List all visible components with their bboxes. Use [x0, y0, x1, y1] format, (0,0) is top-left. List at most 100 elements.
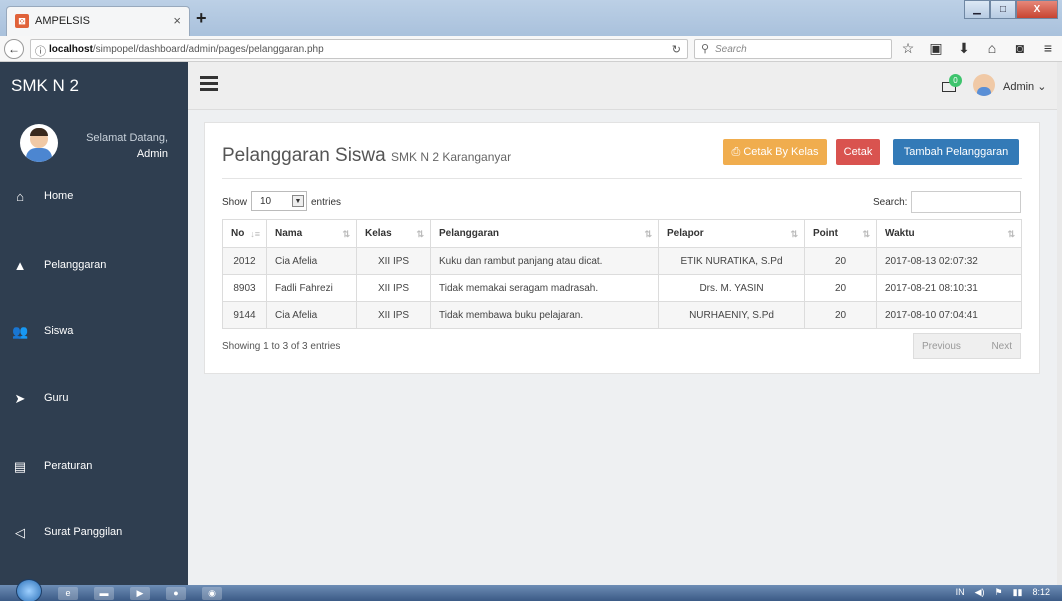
- bookmark-star-icon[interactable]: ☆: [900, 40, 916, 56]
- welcome-text: Selamat Datang,: [86, 132, 168, 144]
- sidebar-item-label: Pelanggaran: [44, 259, 107, 271]
- column-header-pelapor[interactable]: Pelapor ⇅: [658, 219, 805, 248]
- pagination: Previous Next: [913, 333, 1021, 359]
- download-icon[interactable]: ⬇: [956, 40, 972, 56]
- sort-icon: ⇅: [342, 229, 350, 239]
- volume-icon[interactable]: ◀): [975, 587, 985, 598]
- network-icon[interactable]: ▮▮: [1013, 587, 1023, 598]
- sidebar-item-peraturan[interactable]: ▤ Peraturan: [0, 452, 188, 482]
- welcome-name: Admin: [136, 148, 168, 160]
- brand-title[interactable]: SMK N 2: [11, 76, 79, 96]
- column-header-no[interactable]: No ↓≡: [222, 219, 267, 248]
- home-icon[interactable]: ⌂: [984, 40, 1000, 56]
- cell-point: 20: [804, 247, 877, 275]
- browser-search-input[interactable]: ⚲ Search: [694, 39, 892, 59]
- next-button[interactable]: Next: [991, 341, 1012, 352]
- sidebar-item-pelanggaran[interactable]: ▲ Pelanggaran: [0, 251, 188, 281]
- column-header-point[interactable]: Point ⇅: [804, 219, 877, 248]
- reload-icon[interactable]: ↻: [672, 43, 681, 56]
- tambah-pelanggaran-button[interactable]: Tambah Pelanggaran: [893, 139, 1019, 165]
- cell-point: 20: [804, 301, 877, 329]
- pelanggaran-table: No ↓≡ Nama ⇅ Kelas ⇅ Pelanggaran ⇅ Pelapor ⇅ …: [222, 219, 1022, 329]
- table-row[interactable]: 9144 Cia Afelia XII IPS Tidak membawa bu…: [222, 301, 1022, 329]
- page-title: Pelanggaran Siswa SMK N 2 Karanganyar: [222, 145, 512, 166]
- user-avatar[interactable]: [973, 74, 995, 96]
- cell-kelas: XII IPS: [356, 247, 431, 275]
- column-header-nama[interactable]: Nama ⇅: [266, 219, 357, 248]
- start-button[interactable]: [16, 579, 42, 601]
- search-label: Search:: [873, 197, 908, 208]
- home-icon: ⌂: [16, 189, 24, 204]
- language-indicator[interactable]: IN: [956, 587, 965, 598]
- chrome-icon[interactable]: ●: [166, 587, 186, 600]
- media-player-icon[interactable]: ▶: [130, 587, 150, 600]
- previous-button[interactable]: Previous: [922, 341, 961, 352]
- profile-avatar: [20, 124, 58, 162]
- cell-point: 20: [804, 274, 877, 302]
- table-header-row: No ↓≡ Nama ⇅ Kelas ⇅ Pelanggaran ⇅ Pelapor ⇅ …: [222, 219, 1022, 248]
- reading-list-icon[interactable]: ▣: [928, 40, 944, 56]
- browser-toolbar-icons: ☆ ▣ ⬇ ⌂ ◙ ≡: [900, 40, 1056, 56]
- hamburger-menu-icon[interactable]: [200, 76, 218, 91]
- sidebar-item-label: Siswa: [44, 325, 74, 337]
- sidebar-item-guru[interactable]: ➤ Guru: [0, 384, 188, 414]
- back-button[interactable]: ←: [4, 39, 24, 59]
- clock[interactable]: 8:12: [1032, 587, 1050, 598]
- new-tab-button[interactable]: +: [196, 8, 207, 29]
- close-window-button[interactable]: X: [1016, 0, 1058, 19]
- explorer-icon[interactable]: ▬: [94, 587, 114, 600]
- pocket-icon[interactable]: ◙: [1012, 40, 1028, 56]
- tag-icon: ➤: [14, 391, 26, 406]
- sidebar-item-label: Guru: [44, 392, 69, 404]
- cell-pelanggaran: Tidak membawa buku pelajaran.: [430, 301, 659, 329]
- maximize-button[interactable]: □: [990, 0, 1016, 19]
- browser-tab[interactable]: ⊠ AMPELSIS ×: [6, 6, 190, 36]
- sidebar-profile: Selamat Datang, Admin: [0, 110, 188, 182]
- notification-button[interactable]: 0: [942, 74, 962, 94]
- main-content: Pelanggaran Siswa SMK N 2 Karanganyar ⎙ …: [188, 110, 1057, 585]
- cetak-button[interactable]: Cetak: [836, 139, 880, 165]
- entries-select[interactable]: 10 ▼: [251, 191, 307, 211]
- close-tab-icon[interactable]: ×: [173, 13, 181, 28]
- table-row[interactable]: 8903 Fadli Fahrezi XII IPS Tidak memakai…: [222, 274, 1022, 302]
- flag-icon[interactable]: ⚑: [994, 587, 1002, 598]
- page-scrollbar[interactable]: [1057, 62, 1062, 585]
- window-controls: ▁ □ X: [964, 0, 1058, 20]
- sidebar-item-label: Home: [44, 190, 74, 202]
- cell-nama: Fadli Fahrezi: [266, 274, 357, 302]
- firefox-icon[interactable]: ◉: [202, 587, 222, 600]
- table-search-input[interactable]: [911, 191, 1021, 213]
- ie-icon[interactable]: e: [58, 587, 78, 600]
- system-tray: IN ◀) ⚑ ▮▮ 8:12: [956, 587, 1050, 598]
- url-bar[interactable]: ⓘ localhost/simpopel/dashboard/admin/pag…: [30, 39, 688, 59]
- url-text: localhost/simpopel/dashboard/admin/pages…: [49, 44, 324, 55]
- favicon-icon: ⊠: [15, 14, 29, 28]
- user-menu[interactable]: Admin ⌄: [1003, 80, 1046, 93]
- cell-nama: Cia Afelia: [266, 247, 357, 275]
- cell-no: 8903: [222, 274, 267, 302]
- info-icon[interactable]: ⓘ: [35, 43, 46, 59]
- cetak-by-kelas-button[interactable]: ⎙ Cetak By Kelas: [723, 139, 827, 165]
- search-icon: ⚲: [701, 43, 710, 55]
- column-header-waktu[interactable]: Waktu ⇅: [876, 219, 1022, 248]
- sidebar-item-surat-panggilan[interactable]: ◁ Surat Panggilan: [0, 518, 188, 548]
- entries-select-value: 10: [260, 196, 272, 207]
- column-header-kelas[interactable]: Kelas ⇅: [356, 219, 431, 248]
- cell-pelapor: Drs. M. YASIN: [658, 274, 805, 302]
- page-subtitle: SMK N 2 Karanganyar: [391, 150, 512, 164]
- app-brand: SMK N 2: [0, 62, 188, 110]
- cell-no: 9144: [222, 301, 267, 329]
- minimize-button[interactable]: ▁: [964, 0, 990, 19]
- sidebar-item-label: Surat Panggilan: [44, 526, 123, 538]
- app-topbar: 0 Admin ⌄: [188, 62, 1057, 110]
- users-icon: 👥: [12, 324, 29, 339]
- table-row[interactable]: 2012 Cia Afelia XII IPS Kuku dan rambut …: [222, 247, 1022, 275]
- search-placeholder: Search: [715, 44, 747, 55]
- menu-icon[interactable]: ≡: [1040, 40, 1056, 56]
- sidebar-item-home[interactable]: ⌂ Home: [0, 182, 188, 212]
- cell-pelanggaran: Tidak memakai seragam madrasah.: [430, 274, 659, 302]
- column-header-pelanggaran[interactable]: Pelanggaran ⇅: [430, 219, 659, 248]
- browser-navbar: ← ⓘ localhost/simpopel/dashboard/admin/p…: [0, 36, 1062, 62]
- warning-icon: ▲: [13, 258, 27, 273]
- sidebar-item-siswa[interactable]: 👥 Siswa: [0, 317, 188, 347]
